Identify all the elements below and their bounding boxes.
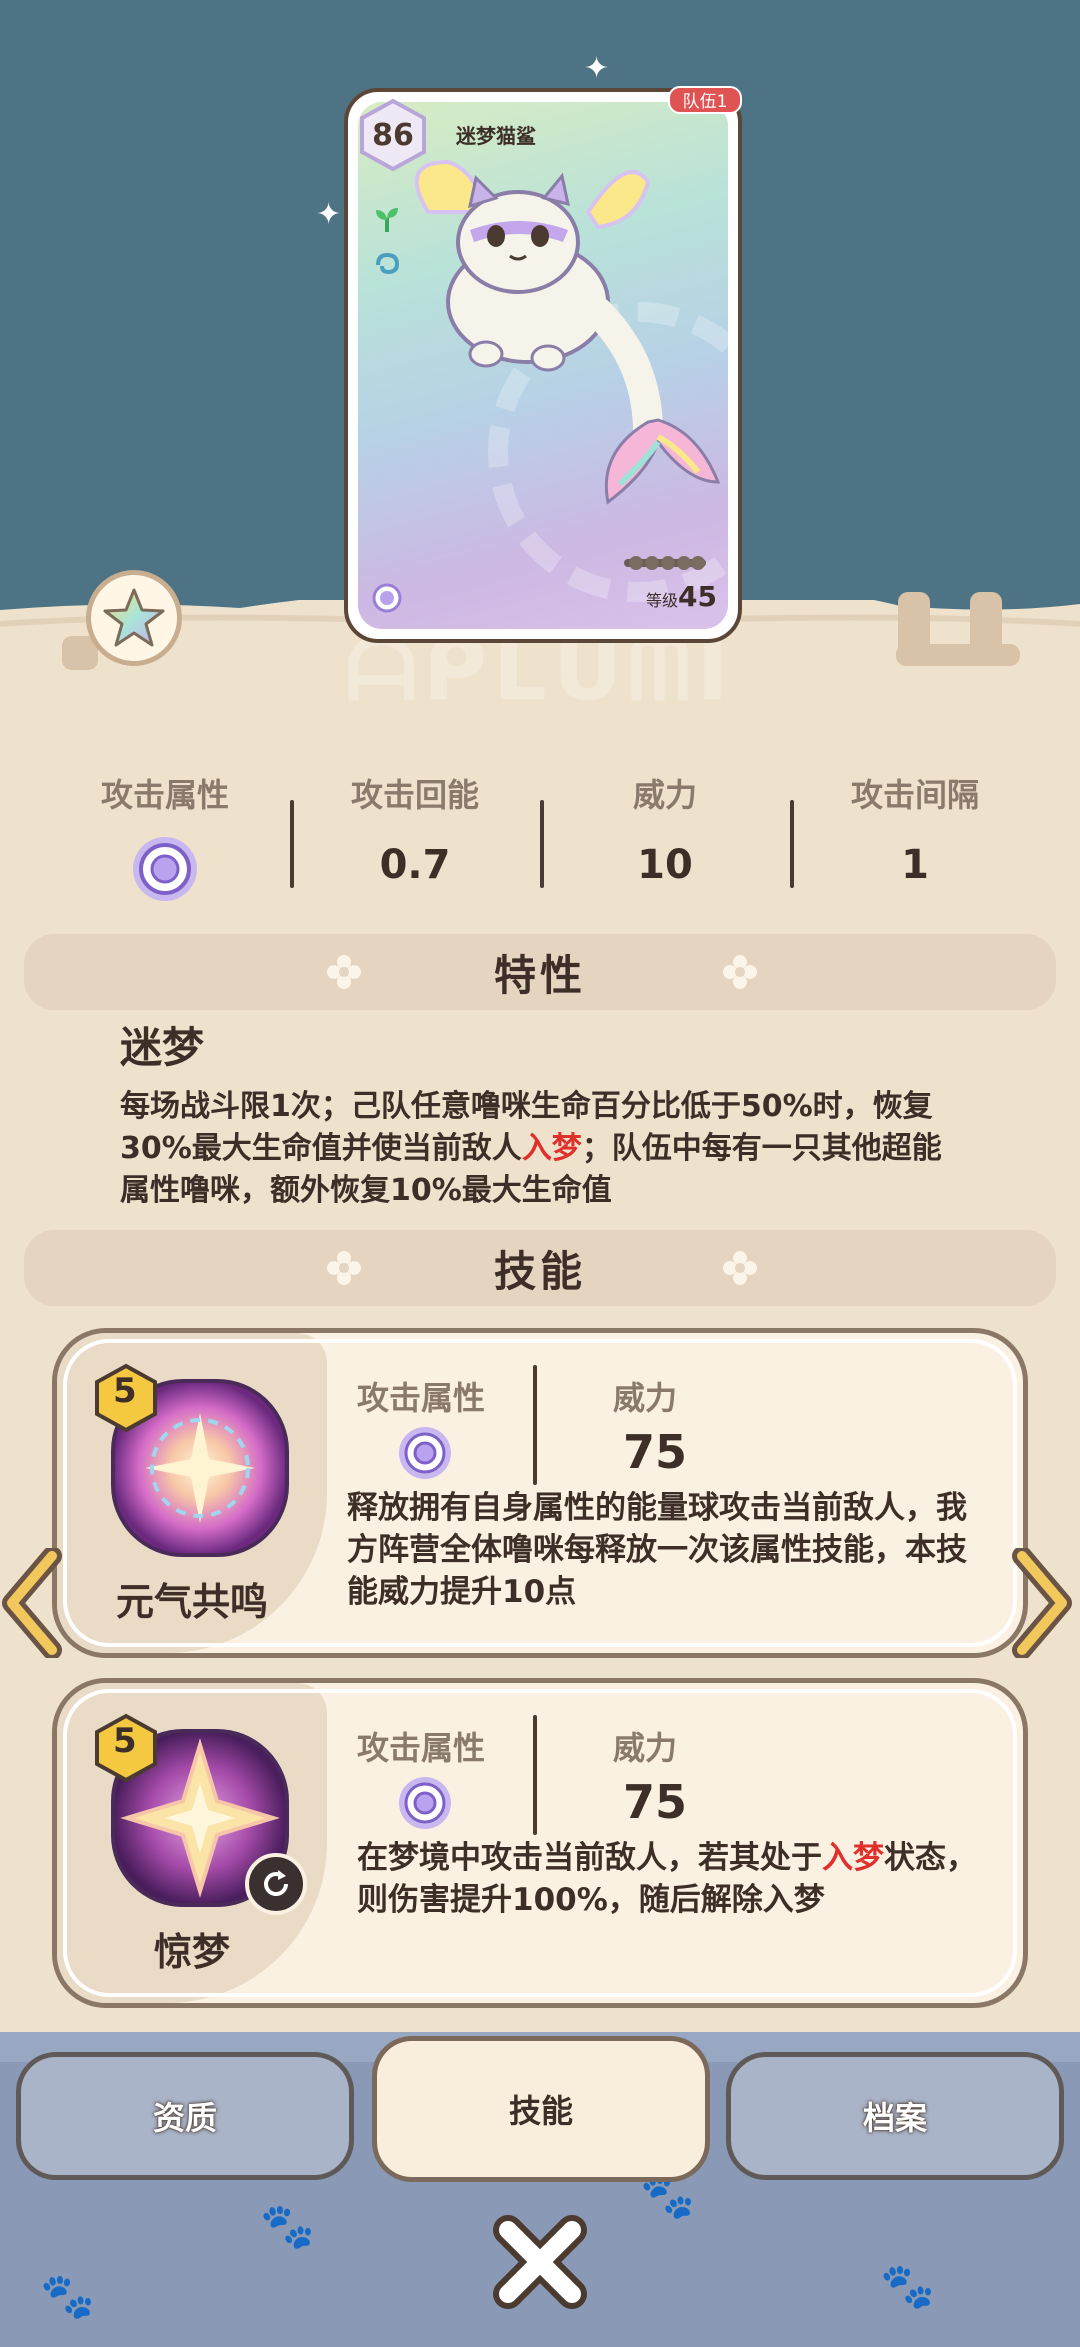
flower-ornament-icon bbox=[723, 955, 757, 989]
sparkle-icon: ✦ bbox=[316, 197, 342, 232]
tab-archive[interactable]: 档案 bbox=[726, 2052, 1064, 2180]
section-title: 特性 bbox=[493, 950, 586, 1000]
stat-value: 1 bbox=[901, 842, 929, 888]
skill-power-value: 75 bbox=[623, 1425, 688, 1479]
stat-attack-interval: 攻击间隔 1 bbox=[790, 770, 1040, 910]
close-x-icon[interactable] bbox=[490, 2212, 590, 2312]
paw-print-icon: 🐾 bbox=[880, 2261, 935, 2312]
section-title: 技能 bbox=[493, 1246, 586, 1296]
fence-rail bbox=[896, 644, 1020, 666]
chevron-left-icon[interactable] bbox=[2, 1548, 62, 1658]
skill-keyword: 入梦 bbox=[822, 1840, 884, 1876]
swirl-icon bbox=[376, 252, 400, 275]
flower-ornament-icon bbox=[327, 955, 361, 989]
stats-row: 攻击属性 攻击回能 0.7 威力 10 攻击间隔 1 bbox=[40, 770, 1040, 910]
divider bbox=[533, 1365, 537, 1485]
skill-level-value: 5 bbox=[113, 1371, 137, 1411]
skill-power-label: 威力 bbox=[613, 1379, 678, 1417]
flower-ornament-icon bbox=[723, 1251, 757, 1285]
level-value: 86 bbox=[372, 117, 414, 153]
divider bbox=[533, 1715, 537, 1835]
stat-label: 攻击回能 bbox=[350, 776, 479, 814]
rank-label: 等级 bbox=[646, 591, 679, 610]
trait-name: 迷梦 bbox=[120, 1023, 205, 1072]
paw-print-icon: 🐾 bbox=[40, 2271, 95, 2322]
psychic-orb-icon bbox=[133, 837, 197, 901]
psychic-orb-icon bbox=[399, 1427, 451, 1479]
skill-level-value: 5 bbox=[113, 1721, 137, 1761]
skill-description: 释放拥有自身属性的能量球攻击当前敌人，我方阵营全体噜咪每释放一次该属性技能，本技… bbox=[347, 1490, 967, 1610]
sprout-icon bbox=[376, 208, 398, 232]
rainbow-star-icon bbox=[103, 588, 165, 647]
rank-value: 45 bbox=[678, 580, 717, 613]
sparkle-icon: ✦ bbox=[584, 51, 610, 86]
skill-section-header: 技能 bbox=[24, 1230, 1056, 1306]
stat-label: 攻击间隔 bbox=[850, 776, 979, 814]
skill-attr-label: 攻击属性 bbox=[357, 1379, 486, 1417]
chevron-right-icon[interactable] bbox=[1012, 1548, 1072, 1658]
tab-aptitude[interactable]: 资质 bbox=[16, 2052, 354, 2180]
stat-value: 0.7 bbox=[379, 842, 451, 888]
skill-power-value: 75 bbox=[623, 1775, 688, 1829]
stat-power: 威力 10 bbox=[540, 770, 790, 910]
refresh-icon bbox=[264, 1870, 288, 1896]
stat-label: 攻击属性 bbox=[100, 776, 229, 814]
psychic-orb-icon bbox=[399, 1777, 451, 1829]
stat-label: 威力 bbox=[632, 776, 697, 814]
rarity-pips-icon bbox=[624, 556, 706, 570]
skill-power-label: 威力 bbox=[613, 1729, 678, 1767]
skill-text-part: 在梦境中攻击当前敌人，若其处于 bbox=[357, 1840, 822, 1876]
skill-name: 元气共鸣 bbox=[115, 1580, 268, 1624]
skill-card[interactable]: 5 惊梦 攻击属性 威力 75 在梦境中攻击当前敌人，若其处于入梦状态，则伤害提… bbox=[52, 1678, 1028, 2008]
team-tag: 队伍1 bbox=[668, 86, 742, 114]
trait-description: 每场战斗限1次；己队任意噜咪生命百分比低于50%时，恢复30%最大生命值并使当前… bbox=[120, 1086, 970, 1212]
card-name: 迷梦猫鲨 bbox=[456, 124, 536, 148]
stat-value: 10 bbox=[637, 842, 693, 888]
trait-section-header: 特性 bbox=[24, 934, 1056, 1010]
refresh-badge bbox=[245, 1853, 307, 1915]
psychic-orb-icon bbox=[372, 583, 402, 613]
skill-name: 惊梦 bbox=[153, 1930, 230, 1974]
skill-attr-label: 攻击属性 bbox=[357, 1729, 486, 1767]
level-badge: 86 bbox=[356, 98, 430, 172]
stat-energy-regen: 攻击回能 0.7 bbox=[290, 770, 540, 910]
skill-description: 在梦境中攻击当前敌人，若其处于入梦状态，则伤害提升100%，随后解除入梦 bbox=[357, 1837, 997, 1921]
paw-print-icon: 🐾 bbox=[260, 2201, 315, 2252]
skill-card[interactable]: 5 元气共鸣 攻击属性 威力 75 释放拥有自身属性的能量球攻击当前敌人，我方阵… bbox=[52, 1328, 1028, 1658]
card-rank: 等级45 bbox=[646, 580, 717, 613]
flower-ornament-icon bbox=[327, 1251, 361, 1285]
favorite-star-button[interactable] bbox=[86, 570, 182, 666]
tab-skills[interactable]: 技能 bbox=[372, 2036, 710, 2182]
trait-keyword: 入梦 bbox=[521, 1131, 582, 1166]
stat-attack-attribute: 攻击属性 bbox=[40, 770, 290, 910]
